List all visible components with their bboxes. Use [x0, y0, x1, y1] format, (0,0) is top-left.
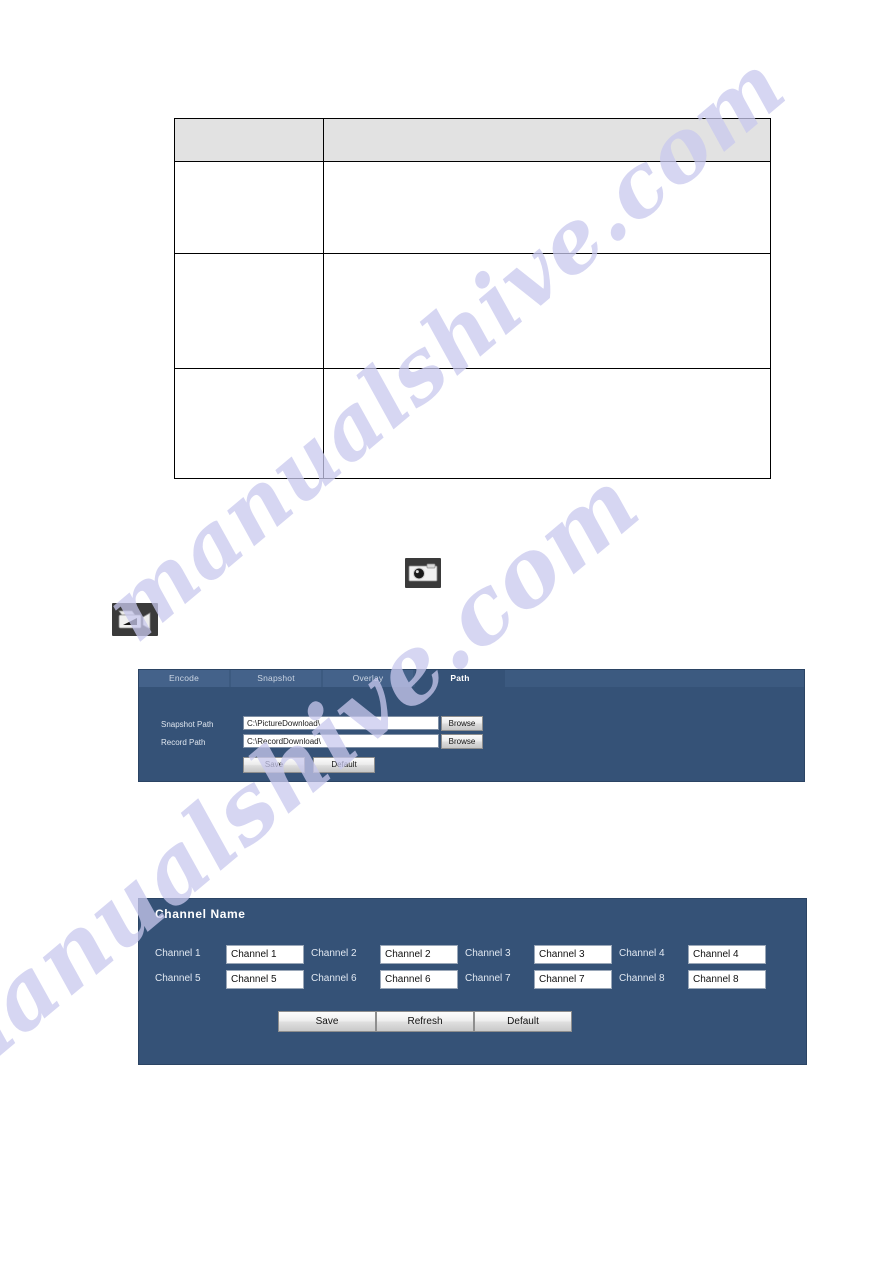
table-cell-function [323, 161, 771, 254]
channel-4-input[interactable] [688, 945, 766, 964]
channel-4-label: Channel 4 [619, 948, 665, 959]
table-cell-parameter [174, 368, 324, 479]
tab-path[interactable]: Path [415, 670, 505, 687]
table-cell-function [323, 368, 771, 479]
channel-refresh-button[interactable]: Refresh [376, 1011, 474, 1032]
table-row [174, 253, 771, 369]
channel-5-label: Channel 5 [155, 973, 201, 984]
channel-5-input[interactable] [226, 970, 304, 989]
panel-title: Channel Name [155, 907, 246, 921]
table-row [174, 368, 771, 479]
channel-7-input[interactable] [534, 970, 612, 989]
channel-2-label: Channel 2 [311, 948, 357, 959]
table-header-parameter [174, 118, 324, 162]
channel-save-button[interactable]: Save [278, 1011, 376, 1032]
record-path-label: Record Path [161, 738, 206, 747]
record-path-input[interactable] [243, 734, 439, 748]
camera-icon [405, 558, 441, 588]
record-browse-button[interactable]: Browse [441, 734, 483, 749]
channel-name-panel: Channel Name Channel 1 Channel 2 Channel… [139, 899, 806, 1064]
channel-6-label: Channel 6 [311, 973, 357, 984]
tab-encode[interactable]: Encode [139, 670, 229, 687]
table-header-row [174, 118, 771, 162]
channel-3-label: Channel 3 [465, 948, 511, 959]
specification-table [174, 118, 771, 479]
tab-snapshot[interactable]: Snapshot [231, 670, 321, 687]
channel-2-input[interactable] [380, 945, 458, 964]
path-settings-panel: Encode Snapshot Overlay Path Snapshot Pa… [139, 670, 804, 781]
table-cell-parameter [174, 253, 324, 369]
path-save-button[interactable]: Save [243, 757, 305, 773]
table-header-function [323, 118, 771, 162]
channel-1-input[interactable] [226, 945, 304, 964]
path-default-button[interactable]: Default [313, 757, 375, 773]
snapshot-path-input[interactable] [243, 716, 439, 730]
channel-1-label: Channel 1 [155, 948, 201, 959]
channel-7-label: Channel 7 [465, 973, 511, 984]
path-tab-bar: Encode Snapshot Overlay Path [139, 670, 804, 687]
video-camera-icon [112, 603, 158, 636]
table-row [174, 161, 771, 254]
channel-8-label: Channel 8 [619, 973, 665, 984]
tab-overlay[interactable]: Overlay [323, 670, 413, 687]
path-form: Snapshot Path Browse Record Path Browse … [139, 687, 804, 781]
snapshot-browse-button[interactable]: Browse [441, 716, 483, 731]
table-cell-parameter [174, 161, 324, 254]
table-cell-function [323, 253, 771, 369]
channel-default-button[interactable]: Default [474, 1011, 572, 1032]
channel-3-input[interactable] [534, 945, 612, 964]
channel-6-input[interactable] [380, 970, 458, 989]
channel-8-input[interactable] [688, 970, 766, 989]
snapshot-path-label: Snapshot Path [161, 720, 214, 729]
tab-bar-filler [507, 670, 804, 687]
